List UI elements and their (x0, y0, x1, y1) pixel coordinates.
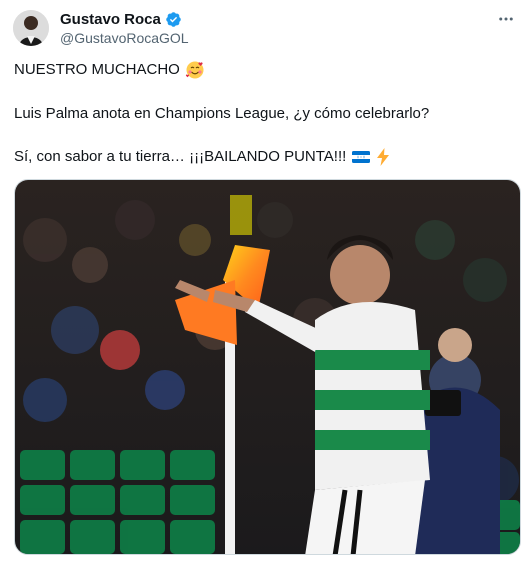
high-voltage-icon (373, 147, 393, 167)
author-handle[interactable]: @GustavoRocaGOL (60, 30, 189, 46)
post-text-body: Luis Palma anota en Champions League, ¿y… (14, 105, 430, 122)
post-media-photo[interactable] (14, 179, 521, 555)
post-text-headline: NUESTRO MUCHACHO (14, 61, 180, 78)
verified-badge-icon (165, 11, 182, 28)
post-header: Gustavo Roca @GustavoRocaGOL (0, 0, 532, 56)
smiling-face-with-hearts-icon (185, 60, 205, 80)
post-text-line-1: NUESTRO MUCHACHO (14, 60, 514, 80)
author-name-row: Gustavo Roca (60, 10, 182, 28)
post-text-closing: Sí, con sabor a tu tierra… ¡¡¡BAILANDO P… (14, 148, 347, 165)
post-text-line-2: Luis Palma anota en Champions League, ¿y… (14, 104, 514, 124)
football-celebration-photo (15, 180, 520, 554)
honduras-flag-icon (351, 147, 371, 167)
more-options-icon[interactable] (496, 10, 516, 28)
author-display-name[interactable]: Gustavo Roca (60, 11, 161, 28)
post-text-line-3: Sí, con sabor a tu tierra… ¡¡¡BAILANDO P… (14, 147, 514, 167)
author-avatar[interactable] (13, 10, 49, 46)
